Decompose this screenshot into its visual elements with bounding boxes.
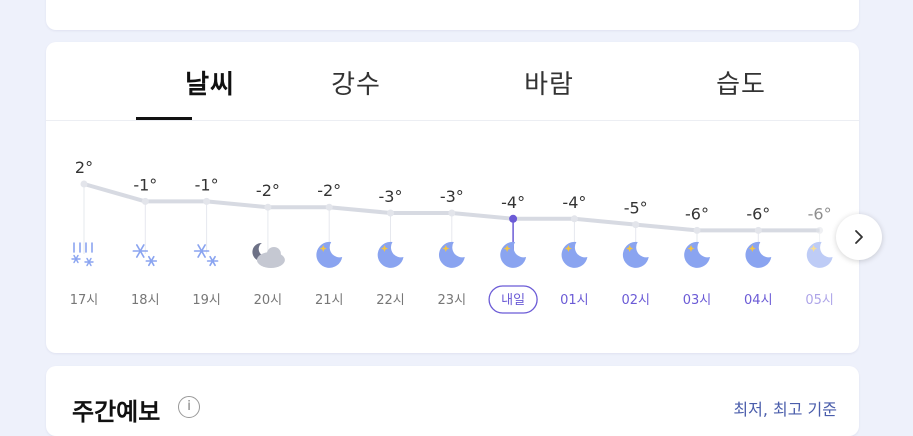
moon-icon: [806, 241, 833, 268]
cloudy-night-icon: [252, 242, 285, 268]
temperature-label: -1°: [133, 175, 157, 194]
hour-column[interactable]: -6° 03시: [683, 204, 712, 308]
hour-column[interactable]: -1° 19시: [192, 175, 221, 308]
temperature-label: -4°: [501, 193, 525, 212]
moon-icon: [377, 241, 404, 268]
temperature-label: -4°: [562, 193, 586, 212]
temperature-point: [816, 226, 824, 234]
temperature-label: -2°: [317, 181, 341, 200]
weekly-forecast-card: 주간예보 i 최저, 최고 기준: [46, 366, 859, 436]
weekly-forecast-title: 주간예보: [72, 398, 161, 426]
moon-icon: [745, 241, 772, 268]
info-icon[interactable]: i: [178, 396, 200, 418]
temperature-label: -6°: [746, 204, 770, 223]
temperature-label: -2°: [256, 181, 280, 200]
hour-label: 05시: [805, 293, 834, 308]
hour-label: 20시: [254, 293, 283, 308]
hourly-weather-card: 날씨 강수 바람 습도 2° 17시 -1° 18시 -1° 19시 -2° 20시 -2° 21…: [46, 42, 859, 353]
temperature-label: -6°: [685, 204, 709, 223]
hour-column[interactable]: 2° 17시: [70, 158, 99, 308]
moon-icon: [500, 241, 527, 268]
temperature-label: -1°: [195, 175, 219, 194]
hour-label: 04시: [744, 293, 773, 308]
next-hours-button[interactable]: [836, 214, 882, 260]
hour-label: 01시: [560, 293, 589, 308]
temperature-point: [570, 215, 578, 223]
temperature-point: [80, 180, 88, 188]
temperature-point: [632, 221, 640, 229]
moon-icon: [684, 241, 710, 268]
temperature-label: -3°: [379, 187, 403, 206]
temperature-basis-link[interactable]: 최저, 최고 기준: [733, 396, 837, 420]
temperature-point: [448, 209, 456, 217]
temperature-point: [264, 203, 272, 211]
temperature-point: [387, 209, 394, 217]
hour-column[interactable]: -3° 22시: [376, 187, 405, 308]
previous-card: [46, 0, 859, 30]
hour-column[interactable]: -6° 05시: [805, 204, 834, 308]
moon-icon: [438, 241, 465, 268]
hourly-timeline: 2° 17시 -1° 18시 -1° 19시 -2° 20시 -2° 21시 -3° 22시 -3° 23…: [70, 158, 834, 314]
moon-icon: [316, 241, 343, 268]
hour-column[interactable]: -2° 21시: [315, 181, 344, 308]
temperature-point: [693, 226, 701, 234]
temperature-label: -5°: [624, 199, 648, 218]
temperature-point: [754, 226, 762, 234]
hour-label: 19시: [192, 293, 221, 308]
hour-column[interactable]: -5° 02시: [621, 199, 650, 308]
rain-snow-icon: [71, 242, 94, 267]
moon-icon: [622, 241, 649, 268]
hour-label: 내일: [501, 293, 525, 308]
hour-column[interactable]: -1° 18시: [131, 175, 160, 308]
hour-column[interactable]: -6° 04시: [744, 204, 773, 308]
temperature-point: [325, 203, 333, 211]
hour-column[interactable]: -4° 내일: [488, 193, 538, 314]
temperature-label: -6°: [808, 204, 832, 223]
chevron-right-icon: [855, 230, 863, 244]
hour-label: 17시: [70, 293, 99, 308]
temperature-point: [141, 197, 149, 205]
hour-label: 23시: [438, 293, 467, 308]
temperature-point: [203, 197, 211, 205]
hour-column[interactable]: -2° 20시: [252, 181, 285, 308]
hour-column[interactable]: -3° 23시: [438, 187, 467, 308]
hour-column[interactable]: -4° 01시: [560, 193, 589, 308]
hour-label: 21시: [315, 293, 344, 308]
hour-label: 18시: [131, 293, 160, 308]
temperature-point: [509, 214, 518, 223]
temperature-label: 2°: [75, 158, 93, 177]
moon-icon: [561, 241, 588, 268]
hour-label: 03시: [683, 293, 712, 308]
hour-label: 22시: [376, 293, 405, 308]
hour-label: 02시: [621, 293, 650, 308]
temperature-label: -3°: [440, 187, 464, 206]
